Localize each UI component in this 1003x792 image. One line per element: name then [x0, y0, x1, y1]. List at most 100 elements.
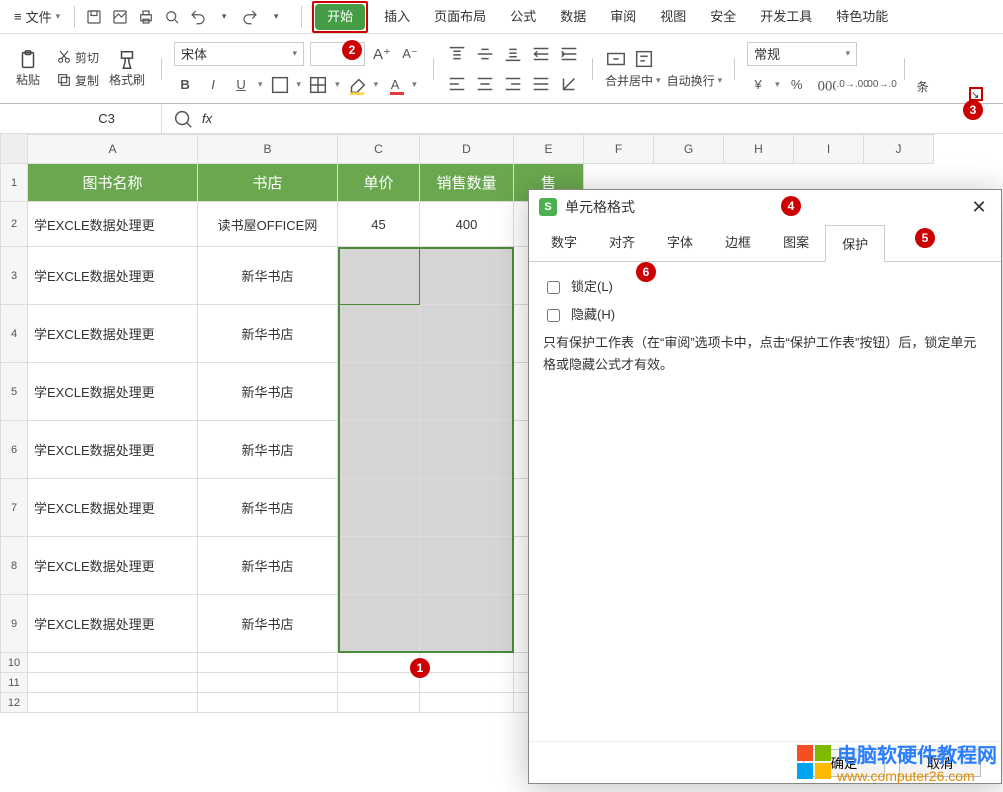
cell[interactable]	[338, 421, 420, 479]
cell[interactable]	[338, 247, 420, 305]
print-icon[interactable]	[137, 8, 155, 26]
cut-button[interactable]: 剪切	[56, 49, 99, 66]
chevron-down-icon[interactable]: ▾	[374, 79, 379, 90]
chevron-down-icon[interactable]: ▾	[412, 79, 417, 90]
cell[interactable]	[28, 673, 198, 693]
cell[interactable]: 学EXCLE数据处理更	[28, 479, 198, 537]
fx-label[interactable]: fx	[202, 111, 212, 126]
cell[interactable]: 学EXCLE数据处理更	[28, 305, 198, 363]
cell[interactable]	[420, 595, 514, 653]
lock-checkbox[interactable]: 锁定(L)	[543, 276, 987, 298]
cell[interactable]	[28, 693, 198, 713]
align-top-icon[interactable]	[446, 43, 468, 65]
tab-security[interactable]: 安全	[698, 2, 748, 32]
cell[interactable]	[338, 363, 420, 421]
dialog-launcher-icon[interactable]	[969, 87, 983, 101]
print-preview-icon[interactable]	[163, 8, 181, 26]
copy-button[interactable]: 复制	[56, 72, 99, 89]
paste-button[interactable]: 粘贴	[6, 41, 50, 97]
column-header[interactable]: C	[338, 134, 420, 164]
cell[interactable]	[28, 653, 198, 673]
wrap-text-button[interactable]: 自动换行▾	[667, 72, 723, 89]
tab-align[interactable]: 对齐	[593, 224, 651, 261]
cell[interactable]	[420, 305, 514, 363]
cell[interactable]	[420, 537, 514, 595]
indent-increase-icon[interactable]	[558, 43, 580, 65]
increase-decimal-icon[interactable]: .0→.00	[842, 74, 864, 96]
cell[interactable]	[338, 673, 420, 693]
save-icon[interactable]	[85, 8, 103, 26]
column-header[interactable]: F	[584, 134, 654, 164]
merge-center-button[interactable]: 合并居中▾	[605, 72, 661, 89]
font-name-select[interactable]: 宋体▾	[174, 42, 304, 66]
row-header[interactable]: 4	[0, 305, 28, 363]
header-cell[interactable]: 销售数量	[420, 164, 514, 202]
cell[interactable]	[420, 653, 514, 673]
cell[interactable]: 新华书店	[198, 595, 338, 653]
cell[interactable]: 学EXCLE数据处理更	[28, 247, 198, 305]
cell[interactable]	[338, 305, 420, 363]
hide-checkbox[interactable]: 隐藏(H)	[543, 304, 987, 326]
italic-button[interactable]: I	[202, 74, 224, 96]
tab-page-layout[interactable]: 页面布局	[422, 2, 498, 32]
column-header[interactable]: D	[420, 134, 514, 164]
tab-pattern[interactable]: 图案	[767, 224, 825, 261]
cell[interactable]	[338, 479, 420, 537]
column-header[interactable]: A	[28, 134, 198, 164]
align-right-icon[interactable]	[502, 73, 524, 95]
hide-checkbox-input[interactable]	[547, 309, 560, 322]
row-header[interactable]: 1	[0, 164, 28, 202]
cell[interactable]	[420, 673, 514, 693]
comma-icon[interactable]: 000	[814, 74, 836, 96]
chevron-down-icon[interactable]: ▾	[267, 8, 285, 26]
row-header[interactable]: 2	[0, 202, 28, 247]
tab-data[interactable]: 数据	[548, 2, 598, 32]
cell[interactable]	[198, 653, 338, 673]
column-header[interactable]: B	[198, 134, 338, 164]
row-header[interactable]: 7	[0, 479, 28, 537]
increase-font-icon[interactable]: A⁺	[371, 43, 393, 65]
cell[interactable]: 400	[420, 202, 514, 247]
cell[interactable]: 学EXCLE数据处理更	[28, 363, 198, 421]
tab-view[interactable]: 视图	[648, 2, 698, 32]
cell[interactable]	[420, 363, 514, 421]
tab-developer[interactable]: 开发工具	[748, 2, 824, 32]
tab-special[interactable]: 特色功能	[824, 2, 900, 32]
border-button[interactable]	[269, 74, 291, 96]
cell[interactable]	[338, 595, 420, 653]
column-header[interactable]: I	[794, 134, 864, 164]
column-header[interactable]: E	[514, 134, 584, 164]
cell[interactable]	[420, 421, 514, 479]
row-header[interactable]: 8	[0, 537, 28, 595]
cell[interactable]: 新华书店	[198, 363, 338, 421]
tab-start[interactable]: 开始	[315, 4, 365, 30]
tab-protect[interactable]: 保护	[825, 225, 885, 262]
chevron-down-icon[interactable]: ▾	[297, 79, 302, 90]
align-left-icon[interactable]	[446, 73, 468, 95]
cell[interactable]: 新华书店	[198, 247, 338, 305]
chevron-down-icon[interactable]: ▾	[258, 79, 263, 90]
row-header[interactable]: 10	[0, 653, 28, 673]
tab-formula[interactable]: 公式	[498, 2, 548, 32]
cell[interactable]: 读书屋OFFICE网	[198, 202, 338, 247]
cell[interactable]	[198, 673, 338, 693]
cell[interactable]: 学EXCLE数据处理更	[28, 537, 198, 595]
chevron-down-icon[interactable]: ▾	[335, 79, 340, 90]
chevron-down-icon[interactable]: ▾	[215, 8, 233, 26]
row-header[interactable]: 11	[0, 673, 28, 693]
cell[interactable]: 新华书店	[198, 305, 338, 363]
column-header[interactable]: H	[724, 134, 794, 164]
cell[interactable]: 新华书店	[198, 421, 338, 479]
font-color-button[interactable]: A	[384, 74, 406, 96]
row-header[interactable]: 6	[0, 421, 28, 479]
tab-insert[interactable]: 插入	[372, 2, 422, 32]
decrease-decimal-icon[interactable]: .00→.0	[870, 74, 892, 96]
percent-icon[interactable]: %	[786, 74, 808, 96]
undo-icon[interactable]	[189, 8, 207, 26]
function-wizard-icon[interactable]	[172, 108, 194, 130]
cell[interactable]	[198, 693, 338, 713]
chevron-down-icon[interactable]: ▾	[775, 79, 780, 90]
cell[interactable]	[338, 653, 420, 673]
column-header[interactable]: J	[864, 134, 934, 164]
row-header[interactable]: 9	[0, 595, 28, 653]
